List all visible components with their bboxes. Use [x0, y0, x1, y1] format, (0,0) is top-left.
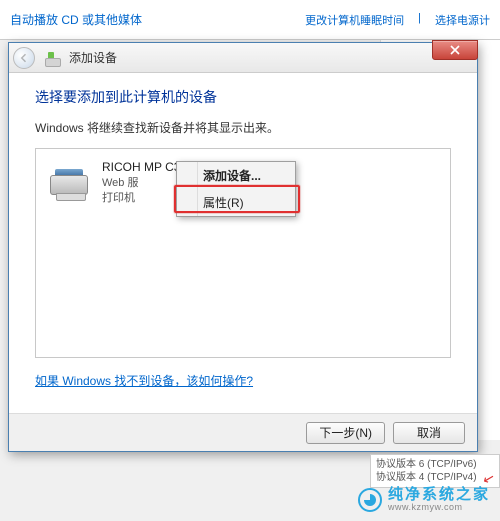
titlebar: 添加设备: [9, 43, 477, 73]
next-button[interactable]: 下一步(N): [306, 422, 385, 444]
watermark-cn: 纯净系统之家: [388, 487, 490, 504]
background-toolbar: 自动播放 CD 或其他媒体 更改计算机睡眠时间 | 选择电源计: [0, 0, 500, 40]
snippet-line2: 协议版本 4 (TCP/IPv4): [376, 471, 494, 484]
power-link[interactable]: 选择电源计: [435, 12, 490, 28]
add-device-dialog: 添加设备 选择要添加到此计算机的设备 Windows 将继续查找新设备并将其显示…: [8, 42, 478, 452]
cancel-button[interactable]: 取消: [393, 422, 465, 444]
dialog-title: 添加设备: [69, 49, 117, 66]
separator: |: [418, 12, 421, 28]
snippet-line1: 协议版本 6 (TCP/IPv6): [376, 458, 494, 471]
watermark-en: www.kzmyw.com: [388, 503, 490, 513]
back-button[interactable]: [13, 47, 35, 69]
background-snippet: 协议版本 6 (TCP/IPv6) 协议版本 4 (TCP/IPv4) ↙: [370, 454, 500, 488]
subtext: Windows 将继续查找新设备并将其显示出来。: [35, 119, 451, 136]
watermark: 纯净系统之家 www.kzmyw.com: [358, 487, 490, 513]
close-button[interactable]: [432, 40, 478, 60]
sleep-link[interactable]: 更改计算机睡眠时间: [305, 12, 404, 28]
arrow-left-icon: [18, 52, 30, 64]
dialog-content: 选择要添加到此计算机的设备 Windows 将继续查找新设备并将其显示出来。 R…: [9, 73, 477, 413]
device-list[interactable]: RICOH MP C3503 Web 服 打印机 添加设备... 属性(R): [35, 148, 451, 358]
button-row: 下一步(N) 取消: [9, 413, 477, 451]
heading: 选择要添加到此计算机的设备: [35, 87, 451, 107]
menu-item-properties[interactable]: 属性(R): [177, 189, 295, 216]
menu-item-add-device[interactable]: 添加设备...: [177, 162, 295, 189]
device-icon: [45, 49, 63, 67]
autoplay-link[interactable]: 自动播放 CD 或其他媒体: [10, 11, 142, 28]
close-icon: [450, 45, 460, 55]
printer-icon: [46, 159, 94, 203]
watermark-logo-icon: [358, 488, 382, 512]
help-link[interactable]: 如果 Windows 找不到设备，该如何操作?: [35, 372, 253, 389]
context-menu: 添加设备... 属性(R): [176, 161, 296, 217]
